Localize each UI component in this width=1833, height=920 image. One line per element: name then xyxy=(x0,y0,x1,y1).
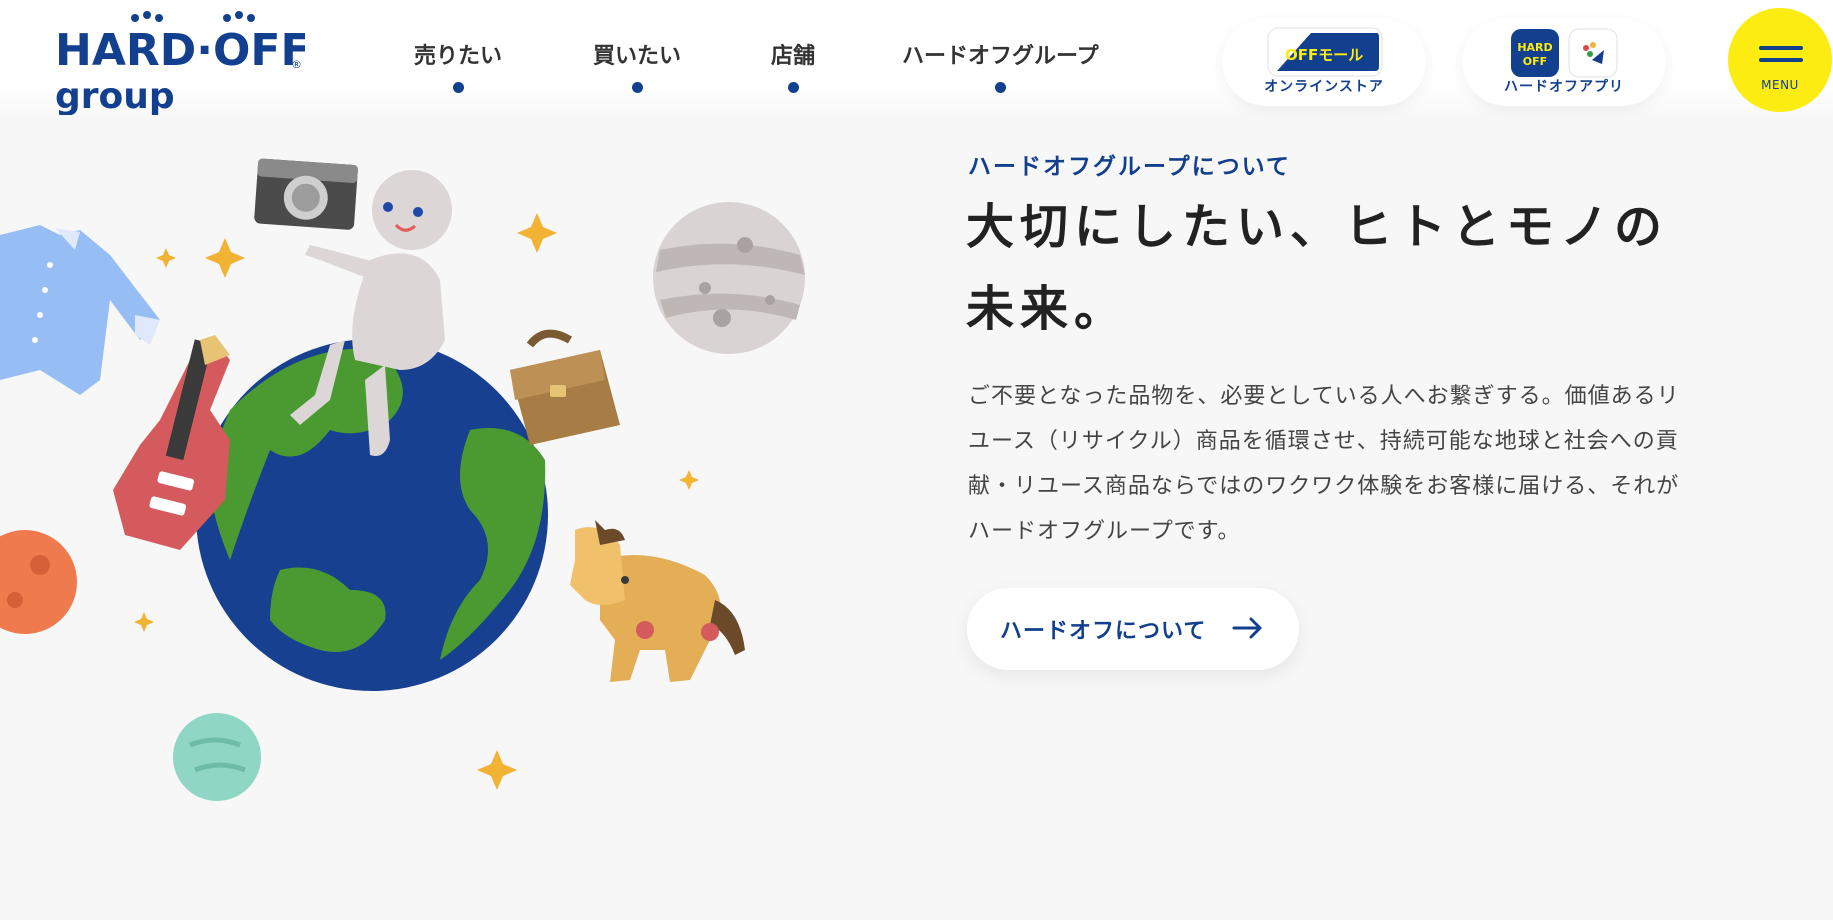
svg-text:HARD·OFF: HARD·OFF xyxy=(55,25,305,76)
nav-item-buy[interactable]: 買いたい xyxy=(593,38,681,93)
nav-item-label: ハードオフグループ xyxy=(902,44,1099,69)
nav-item-stores[interactable]: 店舗 xyxy=(771,38,815,93)
intro-paragraph: ご不要となった品物を、必要としている人へお繋ぎする。価値あるリユース（リサイクル… xyxy=(968,384,1680,544)
svg-text:OFF: OFF xyxy=(1523,55,1547,68)
svg-text:HARD: HARD xyxy=(1517,41,1552,54)
nav-dot-icon xyxy=(452,82,464,93)
online-store-label: オンラインストア xyxy=(1264,79,1384,95)
planet-icon xyxy=(0,530,77,634)
arrow-right-icon xyxy=(1232,617,1262,639)
page-title: 大切にしたい、ヒトとモノの未来。 xyxy=(966,199,1669,337)
svg-text:OFFモール: OFFモール xyxy=(1285,46,1363,64)
planet-icon xyxy=(173,713,261,801)
hamburger-icon xyxy=(1759,58,1803,62)
horse-toy-icon xyxy=(570,520,745,682)
nav-dot-icon xyxy=(994,82,1006,93)
section-kicker: ハードオフグループについて xyxy=(968,154,1291,180)
nav-dot-icon xyxy=(631,82,643,93)
app-button[interactable]: HARD OFF ハードオフアプリ xyxy=(1462,18,1666,106)
nav-dot-icon xyxy=(787,82,799,93)
menu-button[interactable]: MENU xyxy=(1728,8,1832,112)
app-store-icon xyxy=(1568,28,1618,78)
hardoff-app-icon: HARD OFF xyxy=(1511,29,1559,77)
nav-item-sell[interactable]: 売りたい xyxy=(414,38,502,93)
planet-icon xyxy=(653,202,805,354)
bag-icon xyxy=(510,329,620,445)
online-store-button[interactable]: OFFモール オンラインストア xyxy=(1222,18,1426,106)
site-header: HARD·OFF ® group 売りたい 買いたい 店舗 ハードオフグループ … xyxy=(0,0,1833,120)
shirt-icon xyxy=(0,225,160,395)
nav-item-label: 買いたい xyxy=(593,44,682,69)
nav-item-label: 店舗 xyxy=(771,44,816,69)
menu-label: MENU xyxy=(1761,78,1799,92)
nav-item-group[interactable]: ハードオフグループ xyxy=(902,38,1099,93)
about-hardoff-button[interactable]: ハードオフについて xyxy=(967,588,1299,670)
about-hardoff-label: ハードオフについて xyxy=(1000,619,1207,644)
hero-illustration xyxy=(0,120,860,916)
camera-icon xyxy=(254,158,358,230)
svg-text:®: ® xyxy=(291,58,302,71)
svg-text:group: group xyxy=(55,76,175,115)
nav-item-label: 売りたい xyxy=(414,44,503,69)
hamburger-icon xyxy=(1759,46,1803,50)
off-mall-badge-icon: OFFモール xyxy=(1267,27,1383,77)
hardoff-group-logo[interactable]: HARD·OFF ® group xyxy=(55,10,305,115)
app-label: ハードオフアプリ xyxy=(1504,79,1624,95)
